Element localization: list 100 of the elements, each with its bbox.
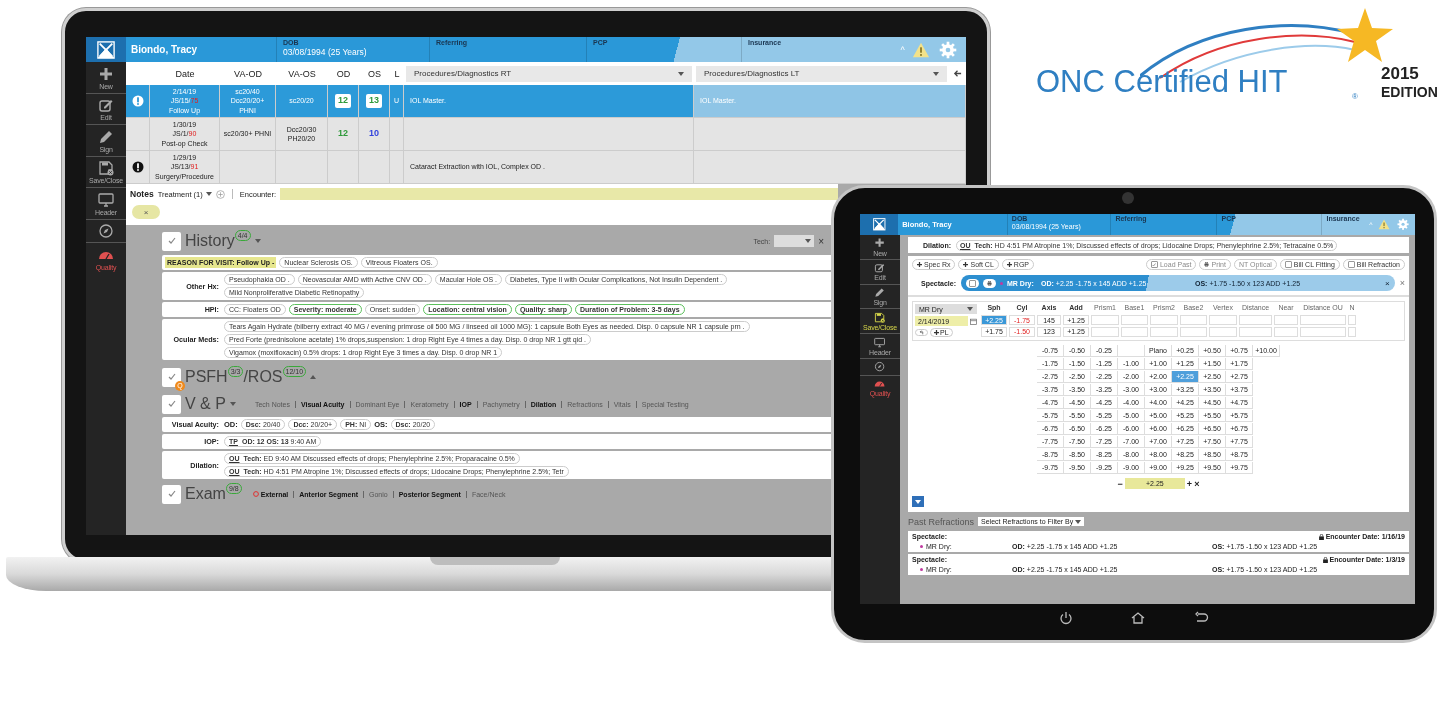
checkbox-icon bbox=[1284, 261, 1292, 268]
caret-icon[interactable] bbox=[229, 402, 236, 406]
remove-button[interactable]: × bbox=[1399, 278, 1405, 288]
rx-input[interactable] bbox=[1121, 315, 1148, 326]
power-icon[interactable] bbox=[1058, 610, 1074, 626]
plus-icon bbox=[1006, 262, 1012, 267]
add-icon[interactable] bbox=[215, 189, 225, 199]
section-title: History bbox=[185, 232, 235, 250]
rx-input[interactable] bbox=[1300, 315, 1346, 326]
calendar-icon[interactable] bbox=[970, 317, 977, 325]
caret-icon bbox=[205, 192, 212, 196]
home-icon[interactable] bbox=[1130, 610, 1146, 626]
lock-icon bbox=[1322, 556, 1328, 563]
rx-input[interactable] bbox=[1091, 326, 1119, 337]
rx-input[interactable] bbox=[1180, 326, 1207, 337]
caret-icon bbox=[678, 71, 684, 76]
pencil-icon bbox=[98, 128, 114, 145]
caret-icon[interactable] bbox=[310, 375, 317, 379]
bullet-icon bbox=[1000, 281, 1003, 285]
rx-input[interactable] bbox=[1274, 315, 1298, 326]
pressure-value: 10 bbox=[368, 127, 380, 141]
check-icon bbox=[167, 373, 176, 381]
lt-procedures-select[interactable]: Procedures/Diagnostics LT bbox=[696, 65, 947, 82]
column-header: Date bbox=[174, 67, 196, 81]
rx-input[interactable] bbox=[1239, 315, 1272, 326]
caret-icon[interactable] bbox=[254, 239, 261, 243]
undo-icon bbox=[919, 330, 924, 335]
column-header: OS bbox=[367, 67, 382, 81]
rx-input[interactable] bbox=[1348, 315, 1356, 326]
edit-icon bbox=[874, 262, 886, 274]
rx-input[interactable] bbox=[1150, 315, 1178, 326]
print-button[interactable] bbox=[983, 278, 996, 288]
edition-year: 2015 bbox=[1381, 64, 1419, 84]
notes-title: Notes bbox=[130, 189, 154, 199]
value-option[interactable] bbox=[1118, 345, 1145, 357]
settings-icon[interactable] bbox=[1396, 218, 1409, 231]
rx-input[interactable] bbox=[1121, 326, 1148, 337]
plus-icon bbox=[917, 262, 922, 267]
check-button[interactable] bbox=[162, 484, 181, 504]
monitor-icon bbox=[98, 191, 114, 208]
column-header: OD bbox=[335, 67, 352, 81]
caret-icon bbox=[967, 307, 973, 311]
column-header: VA-OS bbox=[287, 67, 317, 81]
pencil-icon bbox=[874, 286, 886, 299]
dob-value: 03/08/1994 (25 Years) bbox=[283, 46, 368, 57]
plus-icon bbox=[934, 330, 939, 335]
column-header: L bbox=[393, 67, 401, 81]
select-button[interactable] bbox=[966, 278, 979, 288]
rx-input[interactable] bbox=[1150, 326, 1178, 337]
section-title: PSFH bbox=[185, 368, 228, 386]
arrow-left-icon[interactable] bbox=[953, 69, 962, 78]
caret-icon bbox=[1075, 519, 1082, 524]
check-icon bbox=[167, 490, 176, 498]
logo-title: ONC Certified HIT bbox=[1036, 64, 1288, 100]
expand-button[interactable] bbox=[912, 496, 924, 507]
edition-label: EDITION bbox=[1381, 84, 1438, 100]
compass-icon bbox=[98, 223, 114, 240]
caret-icon bbox=[805, 239, 812, 243]
plus-icon bbox=[98, 65, 114, 82]
encounter-field[interactable] bbox=[280, 188, 838, 200]
rx-input[interactable] bbox=[1180, 315, 1207, 326]
rx-input[interactable] bbox=[1239, 326, 1272, 337]
app-logo-icon bbox=[872, 218, 886, 231]
check-button[interactable] bbox=[162, 394, 181, 414]
printer-icon bbox=[1204, 262, 1210, 267]
rx-input[interactable] bbox=[1300, 326, 1346, 337]
patient-name: Biondo, Tracy bbox=[130, 44, 199, 55]
section-title: /ROS bbox=[243, 368, 283, 386]
checkbox-icon bbox=[1347, 261, 1355, 268]
column-header: VA-OD bbox=[233, 67, 263, 81]
circle-icon bbox=[252, 491, 259, 497]
check-button[interactable] bbox=[162, 231, 181, 251]
rx-input[interactable] bbox=[1348, 326, 1356, 337]
pressure-value: 12 bbox=[335, 94, 351, 108]
monitor-icon bbox=[874, 336, 886, 348]
close-button[interactable]: × bbox=[1385, 278, 1390, 288]
caret-icon bbox=[933, 71, 939, 76]
rt-procedures-select[interactable]: Procedures/Diagnostics RT bbox=[406, 65, 692, 82]
clear-button[interactable]: × bbox=[1194, 478, 1200, 489]
compass-icon bbox=[874, 361, 886, 373]
warning-icon[interactable] bbox=[1378, 218, 1391, 231]
rx-input[interactable] bbox=[1209, 326, 1237, 337]
rx-input[interactable] bbox=[1091, 315, 1119, 326]
increase-button[interactable]: + bbox=[1186, 478, 1193, 489]
section-title: Exam bbox=[185, 485, 226, 503]
settings-icon[interactable] bbox=[939, 40, 957, 59]
warning-alert-icon bbox=[131, 161, 144, 173]
plus-icon bbox=[963, 262, 969, 267]
edit-icon bbox=[98, 97, 114, 114]
remove-note-button[interactable]: × bbox=[132, 205, 160, 219]
registered-mark: ® bbox=[1352, 92, 1358, 101]
tech-select[interactable] bbox=[774, 235, 815, 247]
printer-icon bbox=[987, 280, 992, 286]
decrease-button[interactable]: − bbox=[1117, 478, 1123, 489]
bullet-icon bbox=[920, 568, 923, 571]
rx-input[interactable] bbox=[1274, 326, 1298, 337]
lock-icon bbox=[1318, 533, 1324, 540]
rx-input[interactable] bbox=[1209, 315, 1237, 326]
clear-button[interactable]: × bbox=[818, 235, 824, 247]
bullet-icon bbox=[920, 545, 923, 548]
